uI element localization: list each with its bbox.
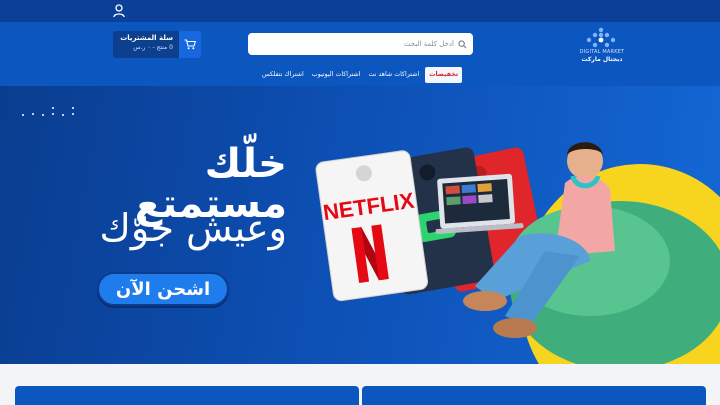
cart-icon xyxy=(184,39,196,50)
product-card[interactable] xyxy=(15,386,359,405)
main-nav: تخفيضات اشتراكات شاهد نت اشتراكات اليوتي… xyxy=(258,66,464,84)
site-header: DIGITAL MARKET ديجتال ماركت سلة المشتريا… xyxy=(0,22,720,86)
cart-button[interactable]: سلة المشتريات 0 منتج - ٠ ر.س xyxy=(113,31,201,58)
cart-title: سلة المشتريات xyxy=(120,34,173,42)
logo-text-en: DIGITAL MARKET xyxy=(579,49,625,55)
product-card[interactable] xyxy=(362,386,706,405)
nav-item-shahid[interactable]: اشتراكات شاهد نت xyxy=(364,66,423,84)
nav-item-netflix[interactable]: اشتراك نتفلكس xyxy=(258,66,308,84)
netflix-card: NETFLIX xyxy=(315,150,429,302)
user-icon[interactable] xyxy=(113,4,125,18)
search-icon[interactable] xyxy=(458,39,467,49)
hero-subheadline: وعيش جوّك xyxy=(99,206,287,250)
charge-now-button[interactable]: اشحن الآن xyxy=(97,272,229,306)
search-bar xyxy=(248,33,473,55)
search-input[interactable] xyxy=(254,40,454,48)
cart-count: 0 منتج - ٠ ر.س xyxy=(133,44,173,51)
top-strip xyxy=(0,0,720,22)
logo-text-ar: ديجتال ماركت xyxy=(581,56,623,63)
cart-summary[interactable]: سلة المشتريات 0 منتج - ٠ ر.س xyxy=(113,31,179,58)
products-section xyxy=(0,364,720,405)
cart-icon-button[interactable] xyxy=(179,31,201,58)
nav-item-sales[interactable]: تخفيضات xyxy=(425,67,463,83)
nav-item-youtube[interactable]: اشتراكات اليوتيوب xyxy=(308,66,365,84)
hero-banner[interactable]: خلّك مستمتع وعيش جوّك اشحن الآن NETFLIX xyxy=(0,86,720,364)
dots-decoration xyxy=(22,107,74,116)
hero-illustration: NETFLIX xyxy=(315,142,720,364)
